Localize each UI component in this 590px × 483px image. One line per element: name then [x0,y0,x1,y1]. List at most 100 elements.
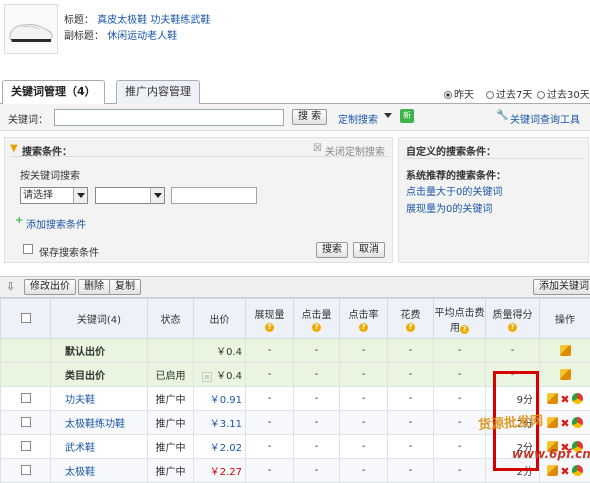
delete-button[interactable]: 删除 [78,279,110,295]
close-box-icon[interactable]: ☒ [313,143,322,154]
watermark-url: www.6pf.cn [512,447,590,461]
panel-search-button[interactable]: 搜索 [316,242,348,258]
panel-divider [11,156,389,157]
status-cell: 已启用 [148,363,194,387]
custom-search-dropdown-icon[interactable] [384,113,392,122]
keyword-tool-link[interactable]: 关键词查询工具 [510,111,580,126]
help-icon[interactable]: ? [406,323,415,332]
save-condition-checkbox[interactable] [23,244,33,256]
help-icon[interactable]: ? [312,323,321,332]
price-doc-icon: ≡ [202,372,212,382]
col-price[interactable]: 出价 [194,299,246,339]
add-condition-link[interactable]: 添加搜索条件 [26,216,86,231]
price-link[interactable]: ￥0.91 [210,395,242,406]
select-all-checkbox[interactable] [21,313,31,323]
product-thumbnail[interactable] [4,4,58,54]
help-icon[interactable]: ? [508,323,517,332]
keyword-link[interactable]: 太极鞋 [65,467,95,478]
help-icon[interactable]: ? [460,325,469,334]
chevron-down-icon [150,188,164,203]
search-conditions-panel: ▼ 搜索条件： ☒ 关闭定制搜索 按关键词搜索 请选择 + 添加搜索条件 保存搜… [4,137,393,263]
plus-icon: + [15,215,23,226]
radio-7days-icon[interactable] [486,91,494,99]
save-condition-label: 保存搜索条件 [39,244,99,259]
custom-divider [404,158,584,159]
help-icon[interactable]: ? [265,323,274,332]
product-subtitle-label: 副标题： [64,31,104,42]
keyword-link[interactable]: 功夫鞋 [65,395,95,406]
table-toolbar: ⇩ 修改出价 删除 复制 添加关键词 [0,276,590,298]
select-arrow-icon: ⇩ [6,280,15,293]
recommended-link-clicks[interactable]: 点击量大于0的关键词 [406,183,502,198]
select-all-cell[interactable] [1,299,51,339]
edit-icon[interactable] [547,417,558,428]
filter-icon: ▼ [10,143,18,154]
recommended-title: 系统推荐的搜索条件： [406,167,506,182]
col-cost[interactable]: 花费? [388,299,434,339]
keyword-link[interactable]: 武术鞋 [65,443,95,454]
add-keyword-button[interactable]: 添加关键词 [533,279,590,295]
special-price: ￥0.4 [194,339,246,363]
tab-keyword-management[interactable]: 关键词管理（4） [2,80,105,105]
keyword-search-button[interactable]: 搜 索 [292,109,327,125]
product-title-label: 标题： [64,15,94,26]
col-quality-score[interactable]: 质量得分? [486,299,540,339]
col-actions: 操作 [540,299,590,339]
row-checkbox[interactable] [21,393,31,403]
special-row-name: 类目出价 [51,363,148,387]
browser-icon[interactable] [572,393,583,404]
table-header-row: 关键词(4) 状态 出价 展现量? 点击量? 点击率? 花费? 平均点击费用? … [1,299,590,339]
col-keyword[interactable]: 关键词(4) [51,299,148,339]
keyword-link[interactable]: 太极鞋练功鞋 [65,419,125,430]
price-link[interactable]: ￥3.11 [210,419,242,430]
condition-field-select[interactable]: 请选择 [20,187,88,204]
tab-promo-content[interactable]: 推广内容管理 [116,80,200,104]
wrench-icon: 🔧 [496,110,508,121]
col-ctr[interactable]: 点击率? [340,299,388,339]
date-range-yesterday[interactable]: 昨天 [444,86,474,101]
edit-icon[interactable] [560,369,571,380]
delete-icon[interactable]: ✖ [560,393,569,404]
delete-icon[interactable]: ✖ [560,417,569,428]
default-price-row: 默认出价 ￥0.4 - - - - - - [1,339,590,363]
row-checkbox[interactable] [21,465,31,475]
help-icon[interactable]: ? [359,323,368,332]
browser-icon[interactable] [572,417,583,428]
product-title-link[interactable]: 真皮太极鞋 功夫鞋练武鞋 [97,15,210,26]
modify-price-button[interactable]: 修改出价 [24,279,76,295]
new-badge-icon: 新 [400,109,414,123]
browser-icon[interactable] [572,465,583,476]
custom-conditions-title: 自定义的搜索条件： [406,143,496,158]
date-range-7days[interactable]: 过去7天 [486,86,532,101]
edit-icon[interactable] [560,345,571,356]
row-checkbox[interactable] [21,417,31,427]
status-cell: 推广中 [148,435,194,459]
panel-cancel-button[interactable]: 取消 [353,242,385,258]
status-cell: 推广中 [148,459,194,483]
col-impressions[interactable]: 展现量? [246,299,294,339]
condition-value-input[interactable] [171,187,257,204]
status-cell: 推广中 [148,387,194,411]
edit-icon[interactable] [547,465,558,476]
special-row-name: 默认出价 [51,339,148,363]
condition-operator-select[interactable] [95,187,165,204]
date-range-30days[interactable]: 过去30天 [537,86,590,101]
recommended-link-impressions[interactable]: 展现量为0的关键词 [406,200,492,215]
product-subtitle-link[interactable]: 休闲运动老人鞋 [107,31,177,42]
price-link[interactable]: ￥2.27 [210,467,242,478]
row-checkbox[interactable] [21,441,31,451]
custom-search-link[interactable]: 定制搜索 [338,111,378,126]
keyword-input[interactable] [54,109,284,126]
radio-yesterday-icon[interactable] [444,91,452,99]
price-link[interactable]: ￥2.02 [210,443,242,454]
edit-icon[interactable] [547,393,558,404]
tab-bar: 关键词管理（4） 推广内容管理 昨天 过去7天 过去30天 [0,80,590,104]
col-avg-cpc[interactable]: 平均点击费用? [434,299,486,339]
delete-icon[interactable]: ✖ [560,465,569,476]
copy-button[interactable]: 复制 [109,279,141,295]
by-keyword-label: 按关键词搜索 [20,167,80,182]
custom-conditions-panel: 自定义的搜索条件： 系统推荐的搜索条件： 点击量大于0的关键词 展现量为0的关键… [398,137,589,263]
radio-30days-icon[interactable] [537,91,545,99]
product-subtitle-row: 副标题： 休闲运动老人鞋 [64,27,177,42]
col-clicks[interactable]: 点击量? [294,299,340,339]
